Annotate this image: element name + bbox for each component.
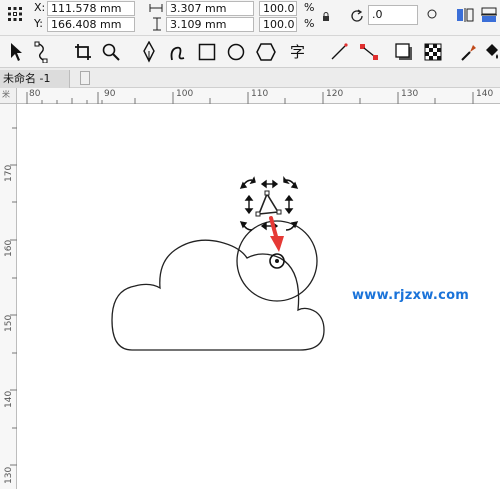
toolbox: 字	[0, 36, 500, 68]
object-origin-icon[interactable]	[7, 6, 23, 22]
rectangle-tool-icon[interactable]	[198, 43, 216, 61]
rotation-field[interactable]: .0	[368, 5, 418, 25]
crop-tool-icon[interactable]	[74, 43, 92, 61]
x-position-field[interactable]: 111.578 mm	[47, 1, 135, 16]
ruler-label-120: 120	[326, 89, 344, 99]
rotate-icon	[351, 9, 363, 22]
document-tab-bar	[0, 68, 500, 88]
fill-tool-icon[interactable]	[484, 42, 500, 62]
scale-height-field[interactable]: 100.0	[259, 17, 297, 32]
ellipse-tool-icon[interactable]	[227, 43, 245, 61]
scale-width-field[interactable]: 100.0	[259, 1, 297, 16]
artistic-media-icon[interactable]	[168, 42, 186, 62]
ruler-label-130-v: 130	[4, 466, 14, 484]
ruler-label-150: 150	[4, 314, 14, 332]
watermark-text: www.rjzxw.com	[352, 288, 470, 303]
eyedropper-tool-icon[interactable]	[460, 42, 478, 62]
x-label: X:	[34, 1, 46, 14]
lock-ratio-icon[interactable]	[322, 12, 330, 22]
shape-tool-icon[interactable]	[33, 41, 51, 63]
vertical-ruler[interactable]	[0, 104, 17, 489]
width-field[interactable]: 3.307 mm	[166, 1, 254, 16]
ruler-label-80: 80	[29, 89, 41, 99]
ruler-label-140: 140	[476, 89, 494, 99]
height-icon	[153, 17, 161, 31]
ruler-label-160: 160	[4, 239, 14, 257]
ruler-label-90: 90	[104, 89, 116, 99]
rotation-center-icon[interactable]	[426, 8, 438, 20]
polygon-tool-icon[interactable]	[256, 43, 276, 61]
width-icon	[149, 4, 163, 12]
mirror-icon[interactable]	[456, 7, 474, 23]
pick-tool-icon[interactable]	[8, 42, 24, 62]
scale-width-percent: %	[304, 1, 315, 14]
ruler-label-100: 100	[176, 89, 194, 99]
zoom-tool-icon[interactable]	[102, 43, 120, 61]
property-bar: X: 111.578 mm Y: 166.408 mm 3.307 mm 3.1…	[0, 0, 500, 36]
transparency-icon[interactable]	[424, 43, 442, 61]
mirror-vertical-icon[interactable]	[480, 7, 498, 23]
ruler-unit-glyph: 米	[2, 90, 10, 99]
document-tab[interactable]: 未命名 -1	[0, 70, 70, 88]
ruler-label-140-v: 140	[4, 390, 14, 408]
ruler-label-170: 170	[4, 164, 14, 182]
height-field[interactable]: 3.109 mm	[166, 17, 254, 32]
connector-tool-icon[interactable]	[359, 43, 379, 61]
ruler-corner[interactable]: 米	[0, 88, 17, 104]
ruler-label-130: 130	[401, 89, 419, 99]
y-label: Y:	[34, 17, 43, 30]
vertical-ruler-ticks	[10, 127, 17, 466]
text-tool-icon[interactable]: 字	[290, 43, 305, 61]
dimension-tool-icon[interactable]	[330, 43, 348, 61]
pen-tool-icon[interactable]	[142, 41, 156, 63]
ruler-label-110: 110	[251, 89, 269, 99]
scale-height-percent: %	[304, 17, 315, 30]
drop-shadow-icon[interactable]	[395, 43, 413, 61]
new-tab-button[interactable]	[80, 71, 90, 85]
y-position-field[interactable]: 166.408 mm	[47, 17, 135, 32]
